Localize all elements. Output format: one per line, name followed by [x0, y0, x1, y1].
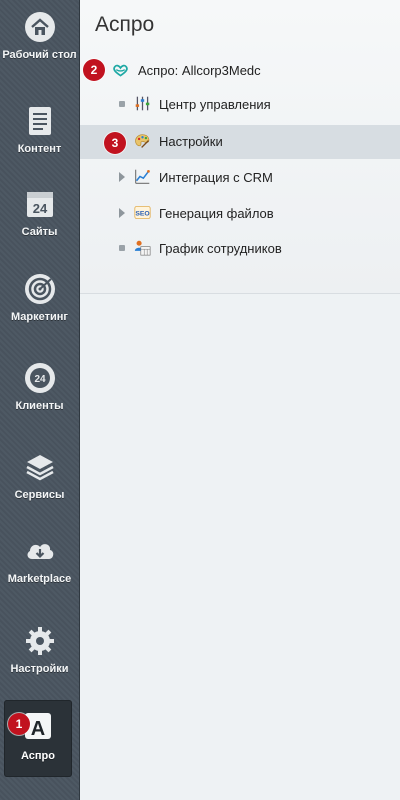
- svg-text:24: 24: [34, 374, 46, 385]
- step-badge-1: 1: [8, 713, 30, 735]
- seo-icon: SEO: [134, 206, 151, 219]
- sidebar-item-marketing[interactable]: Маркетинг: [0, 273, 79, 323]
- tree-item-label: Интеграция с CRM: [159, 170, 273, 185]
- leaf-bullet: [119, 245, 125, 251]
- sidebar-item-label: Сайты: [21, 226, 58, 238]
- schedule-icon: [134, 240, 151, 256]
- calendar-24-icon: 24: [26, 192, 53, 217]
- sidebar-item-sites[interactable]: 24 Сайты: [0, 188, 79, 238]
- step-badge-3: 3: [104, 132, 126, 154]
- sidebar-item-desktop[interactable]: Рабочий стол: [0, 11, 79, 61]
- layers-icon: [25, 455, 54, 481]
- tree-item-crm-integration[interactable]: Интеграция с CRM: [80, 160, 400, 194]
- sidebar-item-clients[interactable]: 24 Клиенты: [0, 362, 79, 412]
- left-sidebar: Рабочий стол Контент 24 Сайты Маркетинг: [0, 0, 80, 800]
- document-icon: [28, 107, 51, 135]
- tree-root-item[interactable]: 2 Аспро: Allcorp3Medc: [80, 53, 400, 87]
- clients-24-icon: 24: [24, 363, 55, 393]
- control-sliders-icon: [135, 96, 150, 111]
- tree-item-settings[interactable]: 3 Настройки: [80, 125, 400, 159]
- tree-item-label: Настройки: [159, 134, 223, 149]
- sidebar-item-services[interactable]: Сервисы: [0, 451, 79, 501]
- expand-arrow-icon[interactable]: [119, 172, 125, 182]
- svg-text:24: 24: [32, 201, 47, 216]
- main-area: Аспро 2 Аспро: Allcorp3Medc Центр управл…: [80, 0, 400, 800]
- svg-text:A: A: [31, 718, 45, 740]
- sidebar-item-label: Настройки: [10, 663, 69, 675]
- gear-icon: [25, 627, 54, 655]
- page-title: Аспро: [95, 13, 155, 36]
- menu-panel: Аспро 2 Аспро: Allcorp3Medc Центр управл…: [80, 0, 400, 294]
- svg-text:SEO: SEO: [135, 210, 149, 217]
- sidebar-item-aspro[interactable]: A Аспро: [4, 700, 72, 777]
- sidebar-item-label: Сервисы: [14, 489, 65, 501]
- sidebar-item-label: Контент: [17, 143, 62, 155]
- tree-item-label: Центр управления: [159, 97, 271, 112]
- tree-root-label: Аспро: Allcorp3Medc: [138, 63, 261, 78]
- sidebar-item-label: Marketplace: [7, 573, 72, 585]
- tree-item-label: Генерация файлов: [159, 206, 274, 221]
- sidebar-item-marketplace[interactable]: Marketplace: [0, 535, 79, 585]
- sidebar-item-label: Рабочий стол: [2, 49, 77, 61]
- tree-item-control-center[interactable]: Центр управления: [80, 87, 400, 121]
- home-icon: [24, 12, 55, 42]
- sidebar-item-label: Клиенты: [15, 400, 64, 412]
- tree-item-label: График сотрудников: [159, 241, 282, 256]
- cloud-download-icon: [27, 544, 53, 559]
- sidebar-item-label: Маркетинг: [11, 311, 68, 323]
- sidebar-item-settings[interactable]: Настройки: [0, 625, 79, 675]
- sidebar-item-label: Аспро: [21, 750, 55, 762]
- sidebar-item-content[interactable]: Контент: [0, 105, 79, 155]
- leaf-bullet: [119, 101, 125, 107]
- aspro-heart-logo-icon: [113, 64, 128, 77]
- chart-icon: [135, 169, 150, 184]
- target-icon: [24, 274, 55, 304]
- step-badge-2: 2: [83, 59, 105, 81]
- palette-icon: [135, 134, 150, 148]
- tree-item-employee-schedule[interactable]: График сотрудников: [80, 231, 400, 265]
- tree-item-file-generation[interactable]: SEO Генерация файлов: [80, 196, 400, 230]
- expand-arrow-icon[interactable]: [119, 208, 125, 218]
